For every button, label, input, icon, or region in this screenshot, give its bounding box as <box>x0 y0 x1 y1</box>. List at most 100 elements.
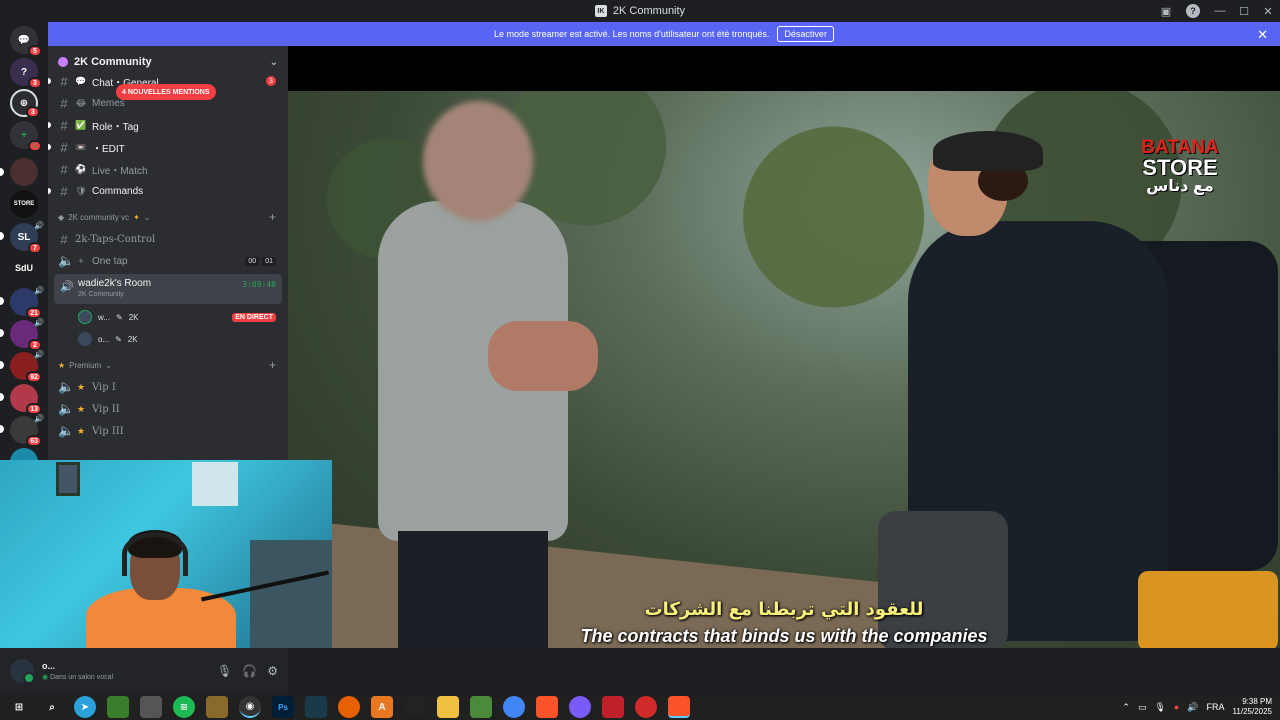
record-icon[interactable]: ● <box>1174 702 1179 712</box>
stream-video[interactable]: للعقود التي تربطنا مع الشركات The contra… <box>288 46 1280 648</box>
channel-taps-control[interactable]: # 2k-Taps-Control <box>48 228 288 250</box>
unread-pill <box>0 232 4 240</box>
speaker-icon: 🔈 <box>58 253 75 268</box>
discord-home-icon[interactable]: 💬 5 <box>10 26 42 57</box>
server-avatar-icon[interactable]: 🔊 21 <box>10 286 44 319</box>
add-channel-icon[interactable]: + <box>269 358 276 372</box>
tag-icon: ✎ <box>115 334 122 344</box>
help-icon[interactable]: ? <box>1186 4 1200 18</box>
server-avatar-icon[interactable] <box>10 158 38 186</box>
unread-pill <box>0 297 4 305</box>
photoshop-icon[interactable]: Ps <box>272 696 294 718</box>
channel-edit[interactable]: # 📼 ・EDIT <box>48 136 288 158</box>
server-logo-icon[interactable]: ⊕ 3 <box>10 89 40 118</box>
guild-icon <box>58 57 68 67</box>
add-server-icon[interactable]: +1 <box>10 121 42 152</box>
unread-pill <box>0 393 4 401</box>
microphone-icon[interactable]: 🎙 <box>217 664 232 678</box>
webcam-overlay <box>0 460 332 648</box>
voice-channel-vip-3[interactable]: 🔈 ★ Vip III <box>48 420 288 442</box>
obs-icon[interactable]: ◉ <box>239 696 261 718</box>
headphones-icon[interactable]: 🎧 <box>242 664 257 678</box>
channel-watermark: BATANA STORE مع دناس <box>1141 137 1219 195</box>
minimize-button[interactable]: — <box>1208 0 1232 22</box>
app-icon[interactable] <box>206 696 228 718</box>
chevron-down-icon[interactable]: ⌄ <box>270 57 278 68</box>
file-explorer-icon[interactable] <box>437 696 459 718</box>
volume-icon[interactable]: 🔊 <box>1187 702 1198 713</box>
voice-channel-one-tap[interactable]: 🔈 + One tap 00 01 <box>48 250 288 272</box>
user-limit: 00 01 <box>245 256 276 266</box>
app-icon[interactable] <box>404 696 426 718</box>
inbox-icon[interactable]: ▣ <box>1154 0 1178 22</box>
voice-channel-vip-1[interactable]: 🔈 ★ Vip I <box>48 376 288 398</box>
voice-channel-vip-2[interactable]: 🔈 ★ Vip II <box>48 398 288 420</box>
plus-icon: + <box>78 256 84 266</box>
voice-member[interactable]: w... ✎ 2K EN DIRECT <box>48 306 288 328</box>
telegram-icon[interactable]: ➤ <box>74 696 96 718</box>
speaker-icon: 🔈 <box>58 401 75 416</box>
new-mentions-pill[interactable]: 4 NOUVELLES MENTIONS <box>116 84 216 100</box>
system-tray: ⌃ ▭ 🎙 ● 🔊 FRA 9:38 PM 11/25/2025 <box>1122 694 1280 720</box>
app-icon[interactable] <box>107 696 129 718</box>
speaker-icon: 🔈 <box>58 379 75 394</box>
banner-message: Le mode streamer est activé. Les noms d'… <box>494 29 770 39</box>
app-icon[interactable] <box>569 696 591 718</box>
store-server-icon[interactable]: STORE <box>10 190 38 218</box>
disable-streamer-button[interactable]: Désactiver <box>777 26 834 42</box>
close-window-button[interactable]: ✕ <box>1256 0 1280 22</box>
spotify-icon[interactable]: ≋ <box>173 696 195 718</box>
server-avatar-icon[interactable]: 🔊 92 <box>10 350 44 383</box>
chrome-icon[interactable] <box>503 696 525 718</box>
voice-room-active[interactable]: 🔊 wadie2k's Room 2K Community 3:09:48 <box>54 274 282 304</box>
tape-emoji-icon: 📼 <box>75 141 87 152</box>
room-server: 2K Community <box>78 291 124 298</box>
unread-pill <box>0 168 4 176</box>
server-avatar-icon[interactable]: SL 🔊 7 <box>10 221 44 254</box>
network-icon[interactable]: ▭ <box>1138 702 1147 713</box>
channel-commands[interactable]: # 🛡 Commands <box>48 180 288 202</box>
sdu-server-icon[interactable]: SdU <box>10 254 38 282</box>
clock[interactable]: 9:38 PM 11/25/2025 <box>1233 697 1272 717</box>
voice-member[interactable]: o... ✎ 2K <box>48 328 288 350</box>
channel-live-match[interactable]: # ⚽ Live・Match <box>48 158 288 180</box>
language-indicator[interactable]: FRA <box>1207 702 1225 712</box>
server-avatar-icon[interactable]: 🔊 63 <box>10 414 44 447</box>
guild-name: 2K Community <box>74 56 152 68</box>
brave-icon[interactable] <box>668 696 690 718</box>
chevron-up-icon[interactable]: ⌃ <box>1122 702 1130 713</box>
app-icon[interactable] <box>635 696 657 718</box>
star-icon: ★ <box>76 381 86 392</box>
server-avatar-icon[interactable]: 13 <box>10 384 42 415</box>
chevron-down-icon: ⌄ <box>143 212 151 222</box>
app-icon[interactable] <box>140 696 162 718</box>
windows-start-icon[interactable]: ⊞ <box>8 696 30 718</box>
search-icon[interactable]: ⌕ <box>41 696 63 718</box>
server-avatar-icon[interactable]: 🔊 2 <box>10 318 44 351</box>
voice-category[interactable]: ◆ 2K community vc ✦ ⌄ + <box>48 206 288 228</box>
app-icon[interactable] <box>305 696 327 718</box>
mention-badge: 3 <box>266 76 276 86</box>
brave-icon[interactable] <box>536 696 558 718</box>
app-icon[interactable] <box>470 696 492 718</box>
channel-role-tag[interactable]: # ✅ Role・Tag <box>48 114 288 136</box>
maximize-button[interactable]: ☐ <box>1232 0 1256 22</box>
firefox-icon[interactable] <box>338 696 360 718</box>
chat-emoji-icon: 💬 <box>75 75 87 86</box>
avatar[interactable] <box>10 659 35 684</box>
close-banner-icon[interactable]: ✕ <box>1257 27 1268 43</box>
hash-icon: # <box>60 231 68 247</box>
diamond-icon: ◆ <box>58 212 65 222</box>
microphone-icon[interactable]: 🎙 <box>1154 702 1165 713</box>
app-logo-icon: IK <box>594 5 607 17</box>
speaker-icon: 🔈 <box>58 423 75 438</box>
app-icon[interactable]: A <box>371 696 393 718</box>
app-icon[interactable] <box>602 696 624 718</box>
question-mark-icon[interactable]: ? 3 <box>10 58 42 89</box>
voice-status-icon: ◉ <box>42 674 49 681</box>
voice-connected-icon: 🔊 <box>60 281 74 293</box>
hash-icon: # <box>60 139 68 155</box>
premium-category[interactable]: ★ Premium ⌄ + <box>48 354 288 376</box>
settings-gear-icon[interactable]: ⚙ <box>267 664 278 678</box>
add-channel-icon[interactable]: + <box>269 210 276 224</box>
